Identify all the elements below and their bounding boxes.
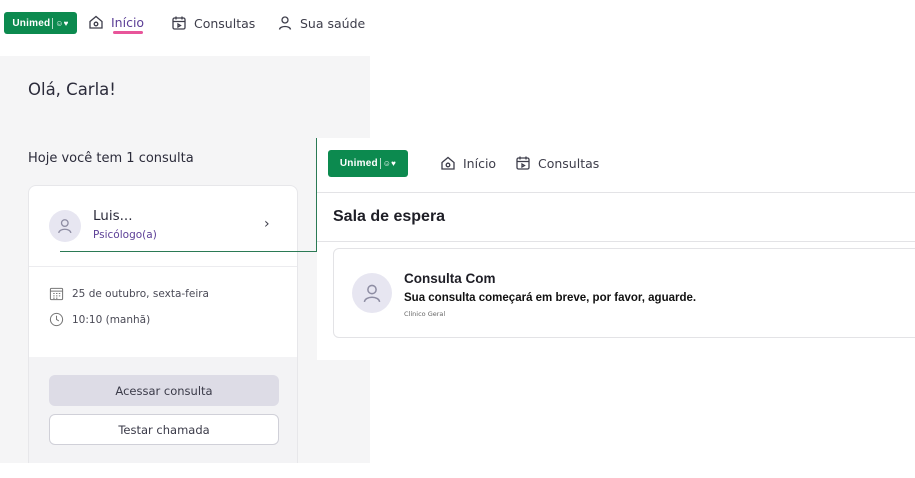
logo-text: Unimed [12, 17, 51, 29]
waiting-room-title: Sala de espera [333, 208, 446, 225]
nav-label-inicio: Início [111, 14, 145, 30]
user-avatar-icon [363, 284, 381, 303]
nav-item-sua-saude[interactable]: Sua saúde [277, 15, 365, 31]
person-icon [278, 16, 292, 30]
waiting-nav-inicio[interactable]: Início [440, 155, 496, 171]
nav-label-sua-saude: Sua saúde [300, 15, 366, 31]
appointment-date: 25 de outubro, sexta-feira [72, 287, 209, 300]
unimed-logo[interactable]: Unimed ☺♥ [4, 12, 77, 34]
logo-mark: ☺♥ [55, 18, 69, 28]
waiting-card-specialty: Clínico Geral [404, 310, 446, 318]
home-icon [89, 15, 103, 29]
waiting-card-message: Sua consulta começará em breve, por favo… [404, 292, 697, 304]
nav-label-consultas: Consultas [194, 15, 256, 31]
calendar-icon [516, 156, 530, 170]
greeting: Olá, Carla! [28, 80, 116, 99]
waiting-room-panel: Unimed ☺♥ Início Consultas Sala de esper… [317, 138, 915, 360]
nav-item-consultas[interactable]: Consultas [171, 15, 255, 31]
chevron-right-icon[interactable]: › [264, 216, 270, 232]
waiting-doctor-avatar [352, 273, 392, 313]
home-icon [441, 156, 455, 170]
logo-divider [52, 17, 54, 29]
doctor-avatar [49, 210, 81, 242]
card-actions: Acessar consulta Testar chamada [29, 357, 297, 463]
waiting-nav-divider [317, 192, 915, 193]
doctor-name: Luis... [93, 208, 133, 224]
waiting-title-divider [317, 241, 915, 242]
active-tab-indicator [113, 31, 143, 34]
waiting-card-title: Consulta Com [404, 271, 496, 286]
logo-mark: ☺♥ [382, 159, 397, 168]
connector-line-bottom [60, 251, 317, 252]
logo-divider [379, 158, 381, 169]
waiting-nav-label-consultas: Consultas [538, 155, 600, 171]
calendar-grid-icon [49, 287, 64, 301]
today-summary: Hoje você tem 1 consulta [28, 151, 194, 166]
appointment-time-row: 10:10 (manhã) [49, 312, 150, 327]
access-appointment-button[interactable]: Acessar consulta [49, 375, 279, 406]
waiting-nav-consultas[interactable]: Consultas [515, 155, 599, 171]
test-call-button[interactable]: Testar chamada [49, 414, 279, 445]
waiting-nav-label-inicio: Início [463, 155, 497, 171]
user-avatar-icon [58, 219, 72, 234]
waiting-card: Consulta Com Sua consulta começará em br… [333, 248, 915, 338]
clock-icon [49, 312, 64, 327]
doctor-specialty: Psicólogo(a) [93, 229, 157, 241]
appointment-date-row: 25 de outubro, sexta-feira [49, 286, 209, 301]
appointment-card: Luis... Psicólogo(a) › 25 de outubro, se… [28, 185, 298, 463]
calendar-icon [172, 16, 186, 30]
nav-item-inicio[interactable]: Início [88, 14, 144, 30]
appointment-time: 10:10 (manhã) [72, 313, 151, 326]
waiting-room-logo[interactable]: Unimed ☺♥ [328, 150, 408, 177]
card-divider [29, 266, 297, 267]
logo-text: Unimed [339, 158, 378, 169]
